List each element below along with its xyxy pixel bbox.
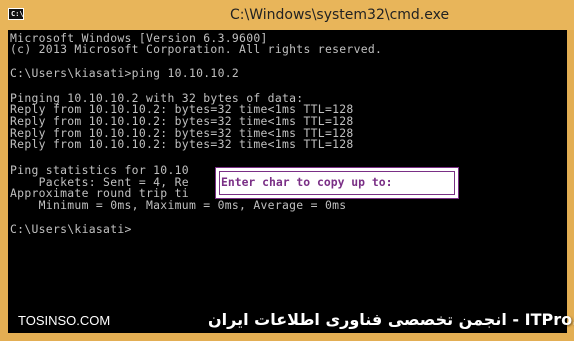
- copy-up-to-dialog[interactable]: Enter char to copy up to:: [215, 167, 459, 199]
- watermark-left: TOSINSO.COM: [18, 313, 111, 328]
- cmd-app-icon-label: C:\: [11, 10, 24, 18]
- window-title: C:\Windows\system32\cmd.exe: [230, 7, 450, 23]
- cmd-window: C:\ C:\Windows\system32\cmd.exe Microsof…: [0, 0, 574, 341]
- console-line: (c) 2013 Microsoft Corporation. All righ…: [10, 42, 383, 56]
- console-line: Minimum = 0ms, Maximum = 0ms, Average = …: [10, 198, 347, 212]
- console-prompt-line: C:\Users\kiasati>: [10, 222, 132, 236]
- console-line: C:\Users\kiasati>ping 10.10.10.2: [10, 66, 240, 80]
- copy-up-to-prompt[interactable]: Enter char to copy up to:: [221, 175, 399, 189]
- console-line: Reply from 10.10.10.2: bytes=32 time<1ms…: [10, 137, 354, 151]
- title-bar[interactable]: C:\ C:\Windows\system32\cmd.exe: [0, 0, 574, 30]
- console-output[interactable]: Microsoft Windows [Version 6.3.9600] (c)…: [8, 30, 567, 333]
- watermark-right: ITPro.ir - انجمن تخصصی فناوری اطلاعات ای…: [208, 310, 574, 329]
- cmd-app-icon[interactable]: C:\: [8, 8, 24, 20]
